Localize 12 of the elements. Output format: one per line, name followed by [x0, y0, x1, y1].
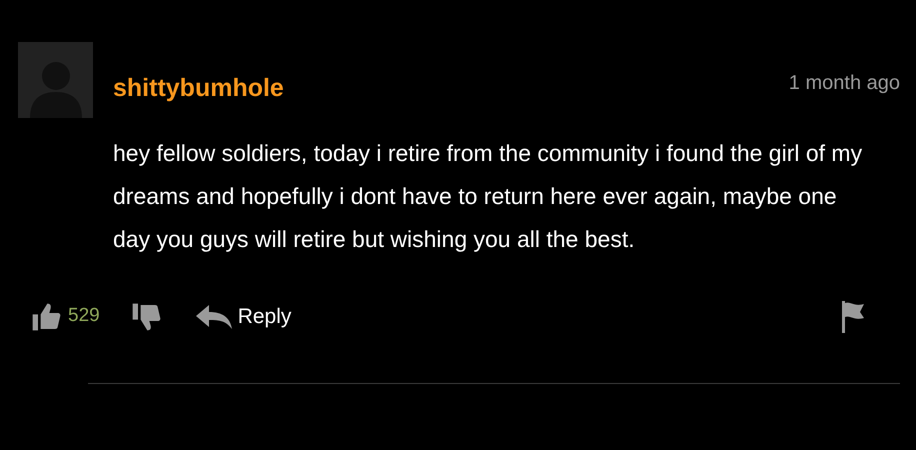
like-button[interactable]: 529 [30, 300, 100, 332]
like-count: 529 [68, 304, 100, 328]
reply-arrow-icon [196, 304, 232, 330]
comment-text: hey fellow soldiers, today i retire from the community i found the girl of my dreams and hopefully i dont have to return here ever again, maybe one day you guys will retire but wishing you all the best. [113, 138, 864, 254]
flag-icon [840, 300, 866, 332]
thumbs-down-icon [130, 300, 162, 332]
flag-button[interactable] [840, 300, 866, 332]
timestamp: 1 month ago [788, 71, 900, 96]
dislike-button[interactable] [130, 300, 162, 332]
reply-button[interactable]: Reply [196, 300, 292, 332]
username[interactable]: shittybumhole [113, 70, 284, 108]
thumbs-up-icon [30, 300, 62, 332]
